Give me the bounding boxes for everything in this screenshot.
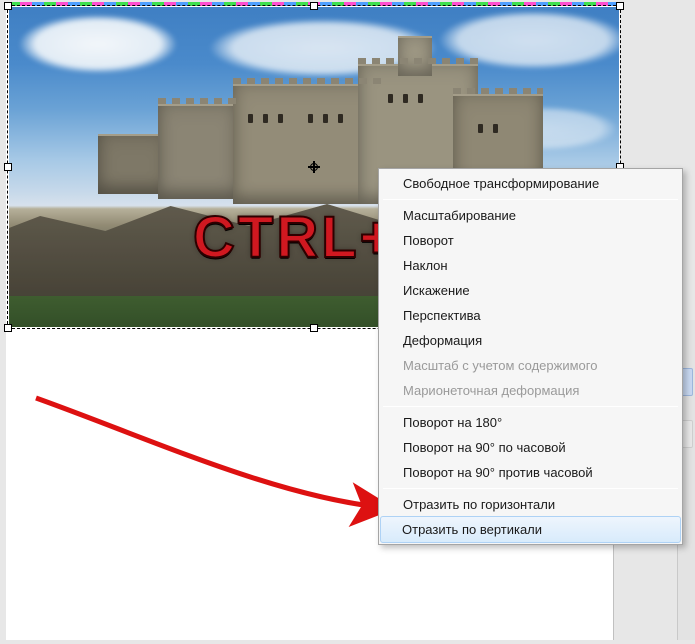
menu-item-rotate-90-ccw[interactable]: Поворот на 90° против часовой — [381, 460, 680, 485]
menu-separator — [383, 406, 678, 407]
menu-item-flip-vertical[interactable]: Отразить по вертикали — [380, 516, 681, 543]
menu-item-perspective[interactable]: Перспектива — [381, 303, 680, 328]
transform-handle-ml[interactable] — [4, 163, 12, 171]
menu-separator — [383, 488, 678, 489]
menu-item-content-aware-scale: Масштаб с учетом содержимого — [381, 353, 680, 378]
menu-item-distort[interactable]: Искажение — [381, 278, 680, 303]
menu-item-flip-horizontal[interactable]: Отразить по горизонтали — [381, 492, 680, 517]
menu-item-free-transform[interactable]: Свободное трансформирование — [381, 171, 680, 196]
transform-handle-tr[interactable] — [616, 2, 624, 10]
app-background: CTRL+T Свободное трансформированиеМасшта… — [0, 0, 695, 644]
menu-item-rotate-180[interactable]: Поворот на 180° — [381, 410, 680, 435]
menu-item-rotate[interactable]: Поворот — [381, 228, 680, 253]
transform-pivot[interactable] — [308, 161, 320, 173]
menu-item-skew[interactable]: Наклон — [381, 253, 680, 278]
menu-item-puppet-warp: Марионеточная деформация — [381, 378, 680, 403]
transform-handle-tl[interactable] — [4, 2, 12, 10]
menu-item-rotate-90-cw[interactable]: Поворот на 90° по часовой — [381, 435, 680, 460]
transform-context-menu[interactable]: Свободное трансформирование Масштабирован… — [378, 168, 683, 545]
transform-handle-tm[interactable] — [310, 2, 318, 10]
transform-handle-bm[interactable] — [310, 324, 318, 332]
transform-handle-bl[interactable] — [4, 324, 12, 332]
menu-item-warp[interactable]: Деформация — [381, 328, 680, 353]
menu-item-scale[interactable]: Масштабирование — [381, 203, 680, 228]
menu-separator — [383, 199, 678, 200]
